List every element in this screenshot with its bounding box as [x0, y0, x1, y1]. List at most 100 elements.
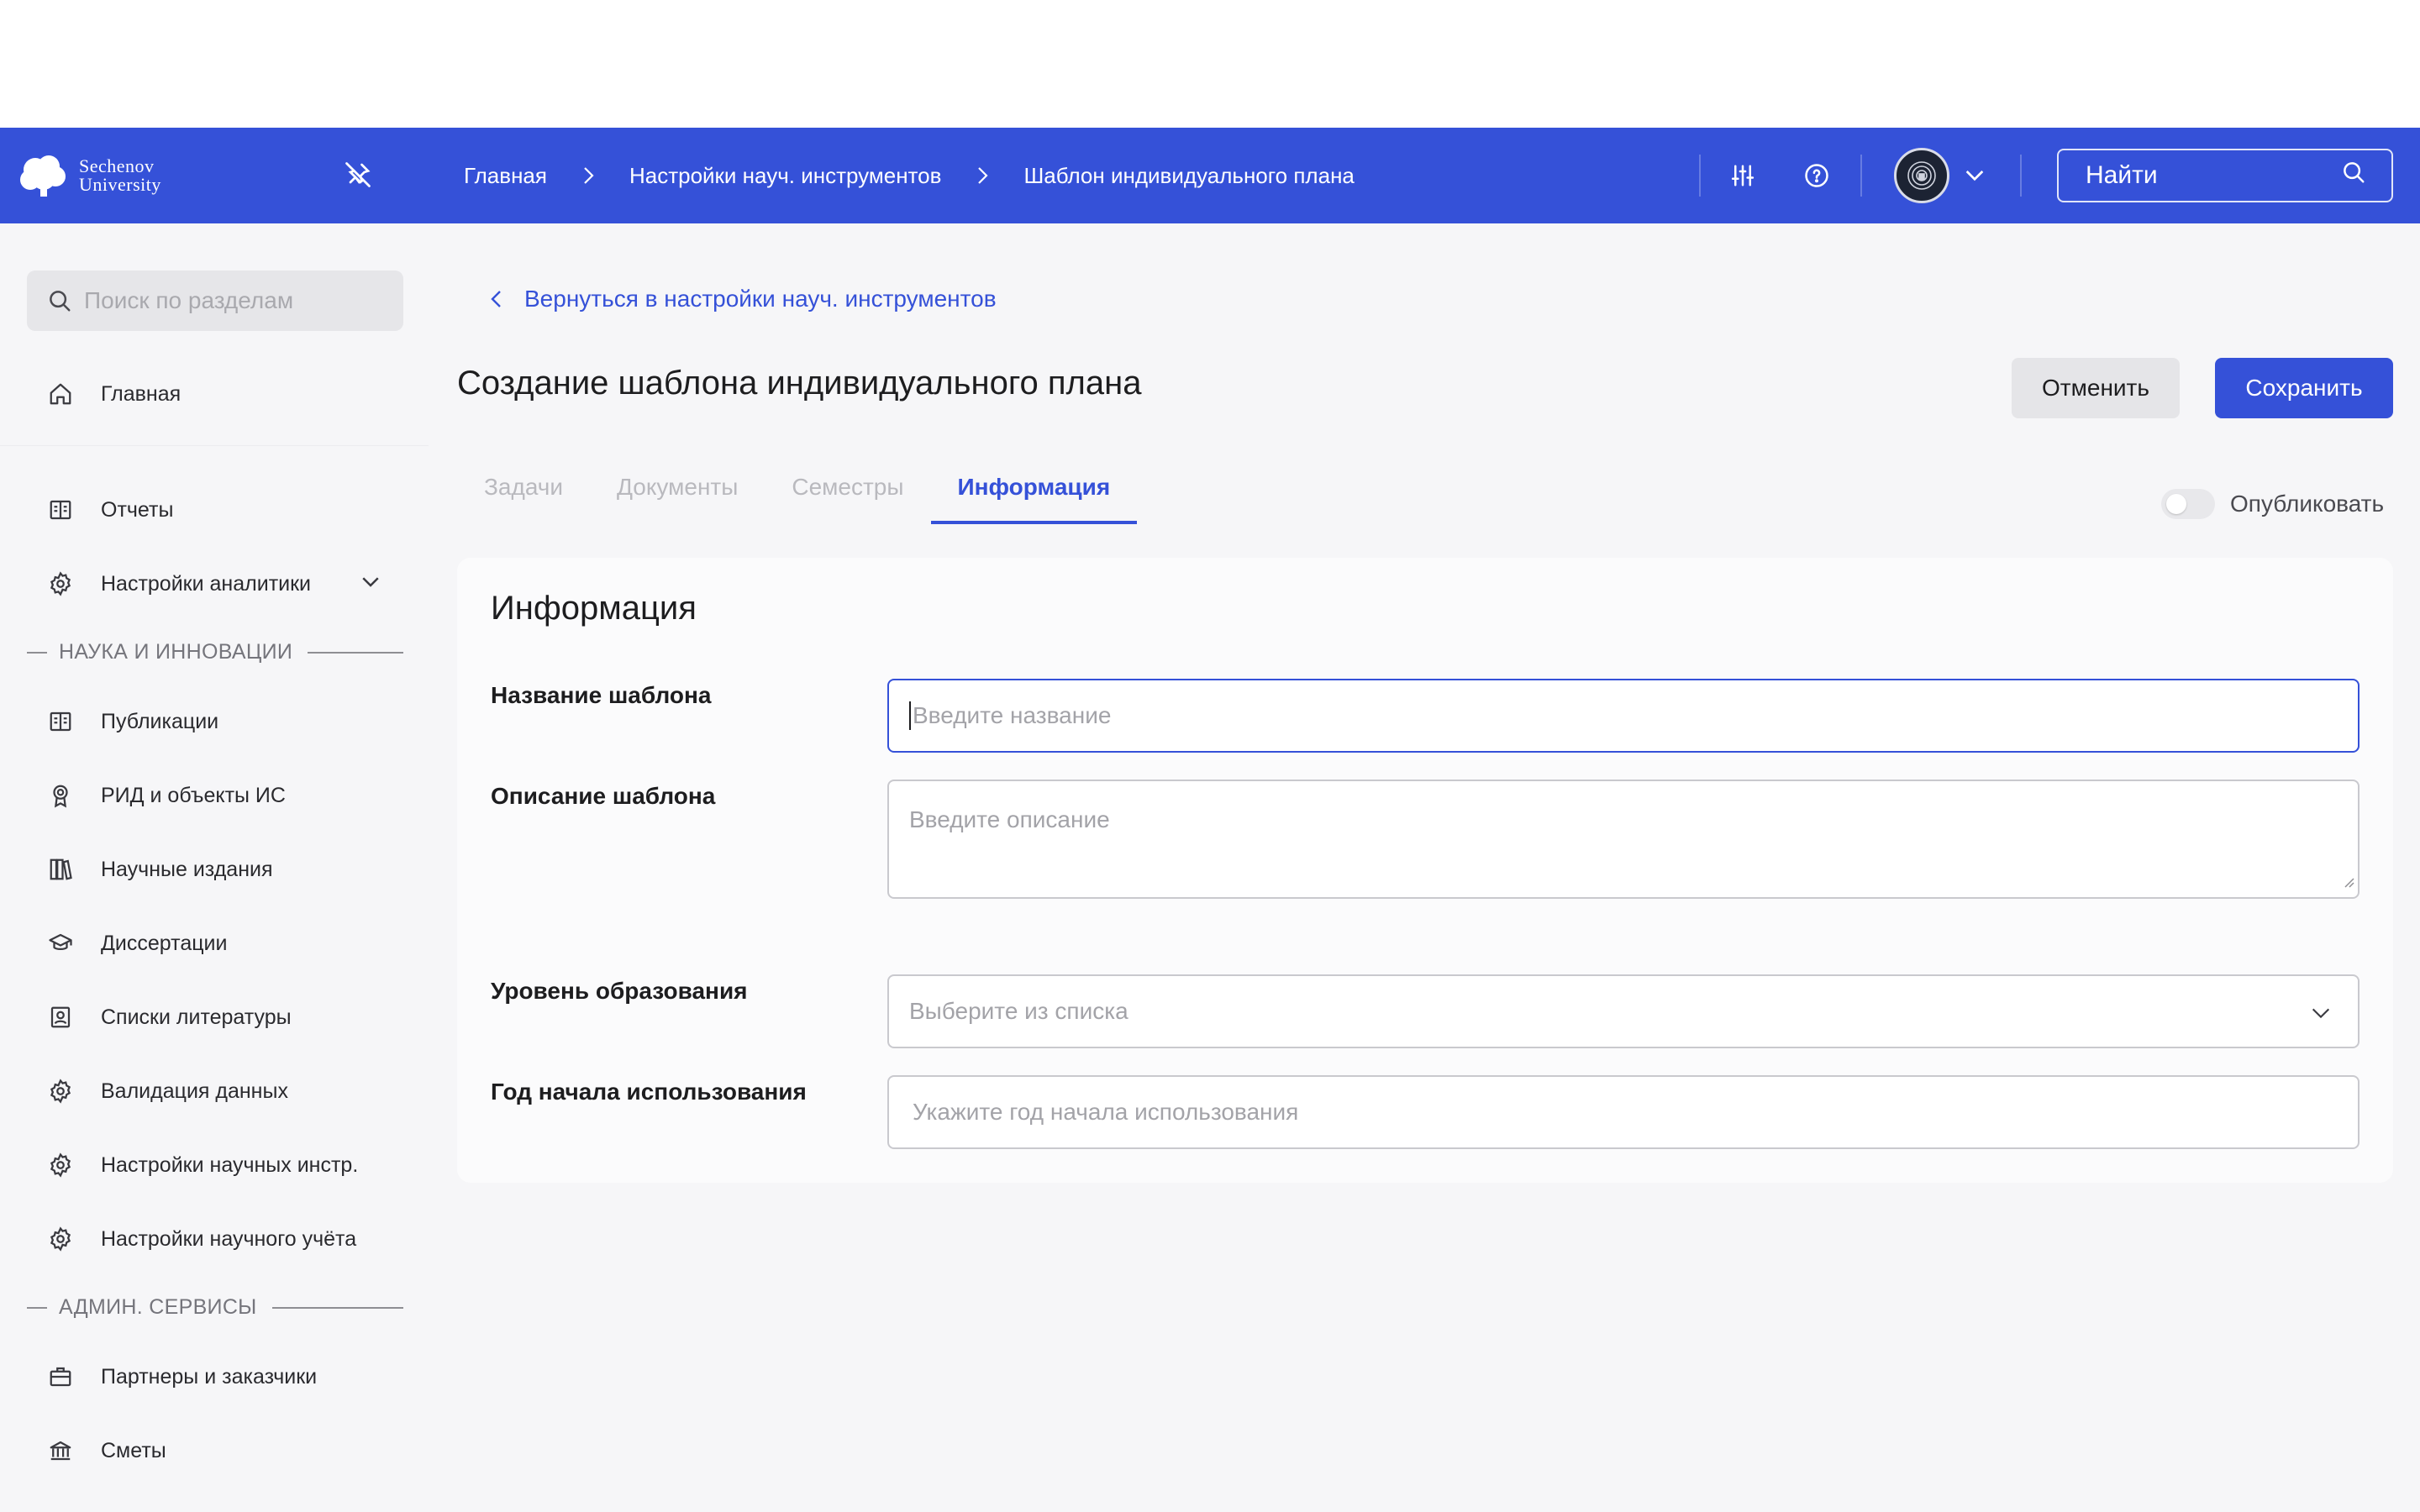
briefcase-icon: [47, 1363, 74, 1390]
sidebar-item-label: Настройки научного учёта: [101, 1226, 357, 1251]
sidebar-item-dissertations[interactable]: Диссертации: [47, 927, 227, 960]
chevron-down-icon[interactable]: [358, 569, 383, 600]
section-header-admin: АДМИН. СЕРВИСЫ: [27, 1295, 403, 1320]
help-icon[interactable]: [1797, 155, 1837, 196]
bank-icon: [47, 1437, 74, 1464]
sidebar-item-label: Валидация данных: [101, 1079, 288, 1103]
section-title: НАУКА И ИННОВАЦИИ: [59, 640, 293, 664]
cancel-button[interactable]: Отменить: [2012, 358, 2180, 418]
level-label: Уровень образования: [491, 978, 748, 1004]
book-open-icon: [47, 496, 74, 523]
sidebar-item-reports[interactable]: Отчеты: [47, 493, 173, 527]
chevron-down-icon: [2307, 1001, 2334, 1031]
sidebar-scroll-edge: [0, 445, 429, 446]
sidebar-item-publications[interactable]: Публикации: [47, 705, 218, 738]
award-icon: [47, 782, 74, 809]
book-open-icon: [47, 708, 74, 735]
breadcrumb-home[interactable]: Главная: [464, 163, 547, 189]
top-header: Sechenov University Главная Настройки на…: [0, 128, 2420, 223]
header-search-placeholder: Найти: [2086, 161, 2158, 189]
sidebar-item-label: Настройки научных инстр.: [101, 1152, 359, 1177]
card-title: Информация: [491, 590, 697, 627]
chevron-right-icon: [581, 165, 596, 186]
sidebar-search-input[interactable]: Поиск по разделам: [27, 270, 403, 331]
publish-label: Опубликовать: [2230, 491, 2385, 517]
back-link-label: Вернуться в настройки науч. инструментов: [524, 286, 997, 312]
name-placeholder: Введите название: [913, 702, 1112, 728]
sidebar-item-bibliography[interactable]: Списки литературы: [47, 1000, 292, 1034]
tab-information[interactable]: Информация: [930, 460, 1138, 524]
breadcrumb-settings[interactable]: Настройки науч. инструментов: [629, 163, 941, 189]
section-line: [271, 1306, 403, 1309]
sidebar-item-label: Публикации: [101, 709, 219, 733]
sidebar-item-label: Главная: [101, 381, 182, 406]
header-divider: [2020, 155, 2022, 197]
gear-icon: [47, 1078, 74, 1105]
chevron-right-icon: [975, 165, 990, 186]
sidebar-item-home[interactable]: Главная: [47, 377, 181, 411]
chevron-down-icon[interactable]: [1961, 161, 1988, 192]
sidebar: Поиск по разделам Главная Отчеты Настрой…: [0, 223, 429, 1512]
search-icon[interactable]: [2341, 160, 2366, 192]
template-name-input[interactable]: Введите название: [887, 679, 2360, 753]
header-search-input[interactable]: Найти: [2057, 149, 2393, 202]
pin-off-icon[interactable]: [343, 160, 373, 194]
sidebar-item-validation[interactable]: Валидация данных: [47, 1074, 288, 1108]
sliders-icon[interactable]: [1723, 155, 1763, 196]
section-dash: [27, 1306, 47, 1309]
start-year-input[interactable]: Укажите год начала использования: [887, 1075, 2360, 1149]
sidebar-item-partners[interactable]: Партнеры и заказчики: [47, 1360, 317, 1394]
save-button[interactable]: Сохранить: [2215, 358, 2393, 418]
search-icon: [47, 288, 72, 313]
tabs: Задачи Документы Семестры Информация: [457, 460, 1138, 524]
books-icon: [47, 856, 74, 883]
section-dash: [27, 651, 47, 654]
avatar[interactable]: [1894, 148, 1949, 203]
education-level-select[interactable]: Выберите из списка: [887, 974, 2360, 1048]
sidebar-item-analytics-settings[interactable]: Настройки аналитики: [47, 567, 379, 601]
year-label: Год начала использования: [491, 1079, 807, 1105]
year-placeholder: Укажите год начала использования: [913, 1099, 1299, 1125]
section-title: АДМИН. СЕРВИСЫ: [59, 1295, 257, 1319]
info-card: Информация Название шаблона Введите назв…: [457, 558, 2393, 1183]
breadcrumb: Главная Настройки науч. инструментов Шаб…: [464, 128, 1355, 223]
sidebar-item-label: РИД и объекты ИС: [101, 783, 286, 807]
header-divider: [1699, 155, 1701, 197]
text-caret: [909, 701, 911, 730]
home-icon: [47, 381, 74, 407]
name-label: Название шаблона: [491, 682, 712, 708]
level-placeholder: Выберите из списка: [909, 998, 1128, 1024]
chevron-left-icon: [487, 287, 506, 311]
description-label: Описание шаблона: [491, 783, 716, 809]
back-link[interactable]: Вернуться в настройки науч. инструментов: [487, 286, 997, 312]
tab-semesters[interactable]: Семестры: [765, 460, 930, 524]
logo-line-2: University: [79, 174, 161, 195]
breadcrumb-current: Шаблон индивидуального плана: [1023, 162, 1355, 188]
page-title: Создание шаблона индивидуального плана: [457, 365, 1142, 402]
sidebar-item-sci-tools-settings[interactable]: Настройки научных инстр.: [47, 1148, 358, 1182]
publish-toggle[interactable]: [2161, 489, 2215, 519]
sidebar-item-estimates[interactable]: Сметы: [47, 1434, 166, 1467]
sidebar-search-placeholder: Поиск по разделам: [84, 287, 294, 313]
sidebar-item-label: Настройки аналитики: [101, 571, 312, 596]
sidebar-item-rid[interactable]: РИД и объекты ИС: [47, 779, 286, 812]
template-description-textarea[interactable]: Введите описание: [887, 780, 2360, 899]
logo-line-1: Sechenov: [79, 155, 155, 176]
sechenov-logo[interactable]: Sechenov University: [17, 153, 161, 198]
section-line: [308, 651, 403, 654]
tab-documents[interactable]: Документы: [590, 460, 765, 524]
logo-text: Sechenov University: [79, 157, 161, 194]
tab-tasks[interactable]: Задачи: [457, 460, 590, 524]
sidebar-item-journals[interactable]: Научные издания: [47, 853, 273, 886]
contact-book-icon: [47, 1004, 74, 1031]
header-divider: [1860, 155, 1862, 197]
gear-icon: [47, 1152, 74, 1179]
resize-handle-icon[interactable]: [2341, 867, 2354, 894]
gear-icon: [47, 1226, 74, 1252]
graduation-cap-icon: [47, 930, 74, 957]
browser-top-strip: [0, 0, 2420, 128]
sidebar-item-label: Списки литературы: [101, 1005, 292, 1029]
sidebar-item-sci-accounting-settings[interactable]: Настройки научного учёта: [47, 1222, 356, 1256]
tree-logo-icon: [20, 155, 66, 197]
sidebar-item-label: Диссертации: [101, 931, 228, 955]
